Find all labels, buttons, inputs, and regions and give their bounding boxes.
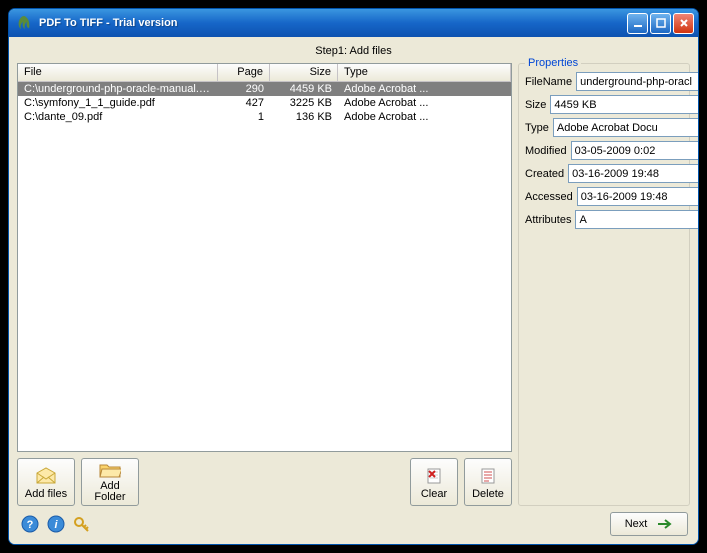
prop-value-size[interactable]	[550, 95, 699, 114]
cell-size: 3225 KB	[270, 97, 338, 109]
prop-value-created[interactable]	[568, 164, 699, 183]
add-files-label: Add files	[25, 489, 67, 500]
left-panel: File Page Size Type C:\underground-php-o…	[17, 63, 512, 506]
delete-icon	[479, 465, 497, 487]
prop-label-modified: Modified	[525, 145, 567, 157]
prop-value-filename[interactable]	[576, 72, 699, 91]
delete-label: Delete	[472, 489, 504, 500]
window-title: PDF To TIFF - Trial version	[39, 17, 627, 29]
clear-icon	[425, 465, 443, 487]
cell-page: 427	[218, 97, 270, 109]
cell-type: Adobe Acrobat ...	[338, 83, 511, 95]
cell-file: C:\symfony_1_1_guide.pdf	[18, 97, 218, 109]
next-label: Next	[625, 518, 648, 530]
app-window: PDF To TIFF - Trial version Step1: Add f…	[8, 8, 699, 545]
footer: ? i Next	[17, 506, 690, 536]
clear-label: Clear	[421, 489, 447, 500]
close-button[interactable]	[673, 13, 694, 34]
table-row[interactable]: C:\dante_09.pdf 1 136 KB Adobe Acrobat .…	[18, 110, 511, 124]
titlebar[interactable]: PDF To TIFF - Trial version	[9, 9, 698, 37]
properties-legend: Properties	[525, 57, 581, 69]
table-row[interactable]: C:\symfony_1_1_guide.pdf 427 3225 KB Ado…	[18, 96, 511, 110]
column-file[interactable]: File	[18, 64, 218, 81]
prop-value-type[interactable]	[553, 118, 699, 137]
prop-label-size: Size	[525, 99, 546, 111]
table-row[interactable]: C:\underground-php-oracle-manual.pdf 290…	[18, 82, 511, 96]
listview-header: File Page Size Type	[18, 64, 511, 82]
button-row: Add files Add Folder Clear Delete	[17, 458, 512, 506]
column-type[interactable]: Type	[338, 64, 511, 81]
window-controls	[627, 13, 694, 34]
column-size[interactable]: Size	[270, 64, 338, 81]
prop-label-filename: FileName	[525, 76, 572, 88]
prop-value-attributes[interactable]	[575, 210, 699, 229]
add-files-button[interactable]: Add files	[17, 458, 75, 506]
cell-size: 4459 KB	[270, 83, 338, 95]
content-row: File Page Size Type C:\underground-php-o…	[17, 63, 690, 506]
prop-value-modified[interactable]	[571, 141, 699, 160]
minimize-button[interactable]	[627, 13, 648, 34]
next-button[interactable]: Next	[610, 512, 688, 536]
cell-file: C:\dante_09.pdf	[18, 111, 218, 123]
delete-button[interactable]: Delete	[464, 458, 512, 506]
cell-file: C:\underground-php-oracle-manual.pdf	[18, 83, 218, 95]
step-label: Step1: Add files	[17, 41, 690, 63]
listview-body: C:\underground-php-oracle-manual.pdf 290…	[18, 82, 511, 124]
cell-size: 136 KB	[270, 111, 338, 123]
folder-icon	[99, 461, 121, 479]
cell-page: 1	[218, 111, 270, 123]
prop-label-type: Type	[525, 122, 549, 134]
maximize-button[interactable]	[650, 13, 671, 34]
envelope-icon	[35, 465, 57, 487]
prop-label-accessed: Accessed	[525, 191, 573, 203]
prop-label-created: Created	[525, 168, 564, 180]
key-icon[interactable]	[71, 513, 93, 535]
add-folder-label: Add Folder	[84, 481, 136, 503]
prop-value-accessed[interactable]	[577, 187, 699, 206]
cell-type: Adobe Acrobat ...	[338, 97, 511, 109]
add-folder-button[interactable]: Add Folder	[81, 458, 139, 506]
file-listview[interactable]: File Page Size Type C:\underground-php-o…	[17, 63, 512, 452]
info-icon[interactable]: i	[45, 513, 67, 535]
prop-label-attributes: Attributes	[525, 214, 571, 226]
spacer	[145, 458, 404, 506]
app-icon	[15, 14, 33, 32]
help-icon[interactable]: ?	[19, 513, 41, 535]
column-page[interactable]: Page	[218, 64, 270, 81]
svg-text:?: ?	[27, 519, 34, 531]
arrow-right-icon	[657, 518, 673, 530]
properties-panel: Properties FileName Size Type Modified C…	[518, 63, 690, 506]
cell-type: Adobe Acrobat ...	[338, 111, 511, 123]
cell-page: 290	[218, 83, 270, 95]
clear-button[interactable]: Clear	[410, 458, 458, 506]
client-area: Step1: Add files File Page Size Type C:\…	[9, 37, 698, 544]
